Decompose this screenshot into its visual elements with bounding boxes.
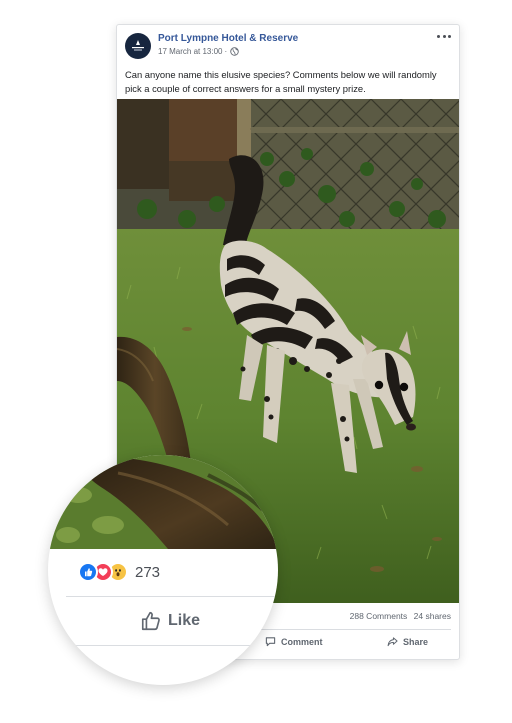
- magnified-photo-crop: [48, 455, 278, 549]
- comment-label: Comment: [281, 636, 323, 647]
- reactions-summary[interactable]: 273: [78, 561, 160, 583]
- reserve-logo-icon: [132, 40, 144, 51]
- share-icon: [387, 637, 398, 647]
- screenshot-stage: Port Lympne Hotel & Reserve 17 March at …: [0, 0, 512, 723]
- more-options-icon[interactable]: [437, 31, 451, 41]
- magnifier-divider: [66, 596, 278, 597]
- magnified-log-photo: [48, 455, 278, 549]
- share-button[interactable]: Share: [387, 636, 428, 647]
- engagement-counts: 288 Comments 24 shares: [350, 611, 451, 621]
- comments-count-link[interactable]: 288 Comments: [350, 611, 408, 621]
- thumbs-up-icon: [141, 611, 160, 631]
- page-name-link[interactable]: Port Lympne Hotel & Reserve: [158, 33, 298, 44]
- post-timestamp[interactable]: 17 March at 13:00: [158, 47, 222, 56]
- magnifier-callout: 273 Like: [48, 455, 278, 685]
- like-label: Like: [168, 612, 201, 629]
- like-button[interactable]: Like: [140, 610, 200, 632]
- shares-count-link[interactable]: 24 shares: [414, 611, 451, 621]
- post-text: Can anyone name this elusive species? Co…: [125, 69, 437, 94]
- share-label: Share: [403, 636, 429, 647]
- meta-separator: ·: [224, 47, 228, 56]
- globe-icon: [230, 47, 239, 56]
- post-header: Port Lympne Hotel & Reserve 17 March at …: [117, 25, 459, 65]
- magnifier-divider-bottom: [66, 645, 278, 646]
- reaction-count: 273: [135, 563, 161, 581]
- post-meta: 17 March at 13:00 ·: [158, 47, 239, 56]
- like-reaction-icon: [78, 562, 98, 582]
- page-avatar[interactable]: [125, 33, 151, 59]
